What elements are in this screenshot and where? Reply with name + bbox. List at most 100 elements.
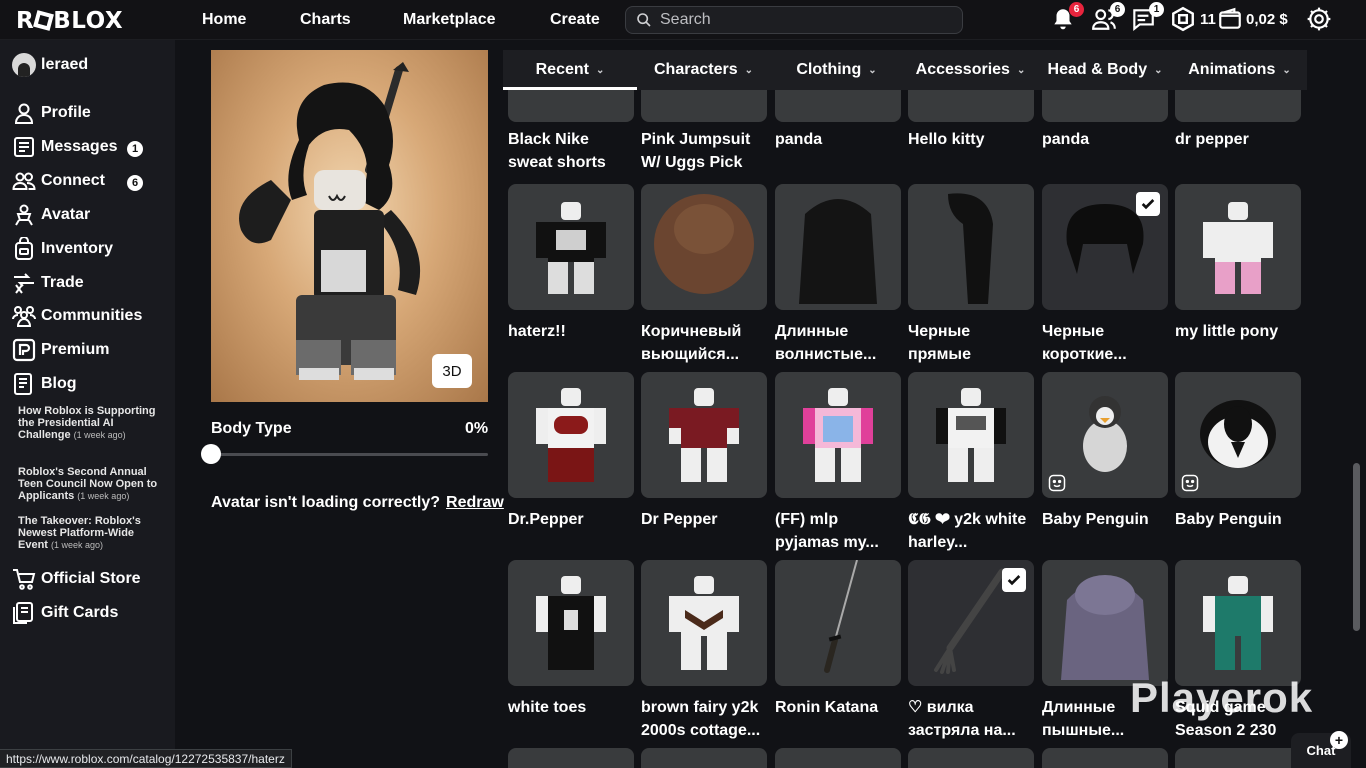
item-thumbnail[interactable] xyxy=(908,560,1034,686)
item-card[interactable]: haterz!! xyxy=(508,184,634,366)
sidebar-item-avatar[interactable]: Avatar xyxy=(12,202,162,228)
item-thumbnail[interactable] xyxy=(508,748,634,768)
item-card[interactable]: Dr Pepper xyxy=(641,372,767,554)
item-thumbnail[interactable] xyxy=(908,90,1034,122)
item-card[interactable]: Длинные волнистые... xyxy=(775,184,901,366)
nav-marketplace-link[interactable]: Marketplace xyxy=(403,11,496,29)
item-card[interactable]: Черные прямые волосы xyxy=(908,184,1034,366)
sidebar-item-inventory[interactable]: Inventory xyxy=(12,236,162,262)
item-card[interactable]: Black Nike sweat shorts xyxy=(508,128,634,174)
item-card[interactable]: my little pony xyxy=(1175,184,1301,366)
sidebar-item-communities[interactable]: Communities xyxy=(12,303,162,329)
sidebar-user[interactable]: leraed xyxy=(12,53,88,77)
avatar-preview[interactable] xyxy=(211,50,488,402)
sidebar-item-label: Profile xyxy=(41,104,91,121)
item-thumbnail[interactable] xyxy=(1175,560,1301,686)
item-thumbnail[interactable] xyxy=(1042,372,1168,498)
item-thumbnail[interactable] xyxy=(508,560,634,686)
item-name: Dr.Pepper xyxy=(508,511,584,528)
tab-accessories[interactable]: Accessories ⌄ xyxy=(903,50,1038,90)
item-thumbnail[interactable] xyxy=(775,184,901,310)
item-card[interactable]: Dr.Pepper xyxy=(508,372,634,554)
sidebar-item-label: Connect xyxy=(41,172,105,189)
item-card[interactable]: Hello kitty xyxy=(908,128,1034,174)
notifications-button[interactable]: 6 xyxy=(1050,2,1084,34)
item-thumbnail[interactable] xyxy=(641,748,767,768)
sidebar-item-profile[interactable]: Profile xyxy=(12,100,162,126)
item-thumbnail[interactable] xyxy=(1042,90,1168,122)
3d-view-button[interactable]: 3D xyxy=(432,354,472,388)
item-thumbnail[interactable] xyxy=(1175,372,1301,498)
item-thumbnail[interactable] xyxy=(508,184,634,310)
item-thumbnail[interactable] xyxy=(1042,560,1168,686)
sidebar-item-trade[interactable]: Trade xyxy=(12,270,162,296)
item-card[interactable]: Baby Penguin xyxy=(1175,372,1301,554)
item-thumbnail[interactable] xyxy=(775,90,901,122)
settings-button[interactable] xyxy=(1306,6,1334,34)
item-card[interactable]: (FF) mlp pyjamas my... xyxy=(775,372,901,554)
redraw-link[interactable]: Redraw xyxy=(446,494,504,511)
premium-icon xyxy=(12,338,36,362)
blog-post-link[interactable]: Roblox's Second Annual Teen Council Now … xyxy=(18,466,158,502)
tab-animations[interactable]: Animations ⌄ xyxy=(1172,50,1307,90)
blog-post-link[interactable]: How Roblox is Supporting the Presidentia… xyxy=(18,405,158,441)
item-card[interactable]: brown fairy y2k 2000s cottage... xyxy=(641,560,767,742)
sidebar-item-blog[interactable]: Blog xyxy=(12,371,162,397)
item-thumbnail[interactable] xyxy=(775,560,901,686)
friends-button[interactable]: 6 xyxy=(1091,2,1125,34)
nav-home-link[interactable]: Home xyxy=(202,11,246,29)
roblox-logo[interactable]: R BLOX xyxy=(16,8,123,34)
item-card[interactable]: Pink Jumpsuit W/ Uggs Pick M... xyxy=(641,128,767,174)
sidebar-item-official-store[interactable]: Official Store xyxy=(12,566,162,592)
item-thumbnail[interactable] xyxy=(641,372,767,498)
item-thumbnail[interactable] xyxy=(1175,90,1301,122)
item-card[interactable]: dr pepper xyxy=(1175,128,1301,174)
item-thumbnail[interactable] xyxy=(775,372,901,498)
item-thumbnail[interactable] xyxy=(1042,748,1168,768)
messages-button[interactable]: 1 xyxy=(1130,2,1164,34)
item-thumbnail[interactable] xyxy=(641,184,767,310)
item-card[interactable]: 𝕮𝕲 ❤ y2k white harley... xyxy=(908,372,1034,554)
avatar-loading-notice: Avatar isn't loading correctly? Redraw xyxy=(211,494,504,512)
tab-characters[interactable]: Characters ⌄ xyxy=(637,50,770,90)
item-card[interactable]: panda xyxy=(775,128,901,174)
item-thumbnail[interactable] xyxy=(775,748,901,768)
sidebar-item-gift-cards[interactable]: Gift Cards xyxy=(12,600,162,626)
tab-recent[interactable]: Recent ⌄ xyxy=(503,50,637,90)
chat-plus-icon[interactable]: + xyxy=(1330,731,1348,749)
item-card[interactable]: Ronin Katana xyxy=(775,560,901,742)
item-thumbnail[interactable] xyxy=(908,184,1034,310)
item-thumbnail[interactable] xyxy=(508,372,634,498)
item-card[interactable]: Черные короткие... xyxy=(1042,184,1168,366)
blog-post-link[interactable]: The Takeover: Roblox's Newest Platform-W… xyxy=(18,515,158,551)
tab-clothing[interactable]: Clothing ⌄ xyxy=(770,50,903,90)
item-thumbnail[interactable] xyxy=(641,90,767,122)
robux-balance[interactable]: 11 xyxy=(1200,11,1216,28)
item-thumbnail[interactable] xyxy=(1042,184,1168,310)
item-thumbnail[interactable] xyxy=(508,90,634,122)
body-type-slider-thumb[interactable] xyxy=(201,444,221,464)
item-thumbnail[interactable] xyxy=(1175,184,1301,310)
search-box[interactable] xyxy=(625,6,963,34)
item-thumbnail[interactable] xyxy=(1175,748,1301,768)
robux-button[interactable] xyxy=(1170,6,1198,34)
item-card[interactable]: Коричневый вьющийся... xyxy=(641,184,767,366)
item-name: haterz!! xyxy=(508,323,566,340)
item-card[interactable]: ♡ вилка застряла на... xyxy=(908,560,1034,742)
sidebar-item-premium[interactable]: Premium xyxy=(12,337,162,363)
page-scrollbar[interactable] xyxy=(1353,463,1360,631)
item-card[interactable]: white toes xyxy=(508,560,634,742)
search-input[interactable] xyxy=(660,11,940,29)
item-card[interactable]: panda xyxy=(1042,128,1168,174)
nav-create-link[interactable]: Create xyxy=(550,11,600,29)
body-type-slider-track[interactable] xyxy=(211,453,488,456)
item-thumbnail[interactable] xyxy=(908,372,1034,498)
item-thumbnail[interactable] xyxy=(908,748,1034,768)
item-thumbnail[interactable] xyxy=(641,560,767,686)
nav-charts-link[interactable]: Charts xyxy=(300,11,351,29)
item-name: ♡ вилка застряла на... xyxy=(908,699,1016,739)
item-card[interactable]: Baby Penguin xyxy=(1042,372,1168,554)
wallet-button[interactable] xyxy=(1217,6,1245,34)
tab-head-body[interactable]: Head & Body ⌄ xyxy=(1038,50,1172,90)
currency-balance[interactable]: 0,02 $ xyxy=(1246,11,1288,28)
